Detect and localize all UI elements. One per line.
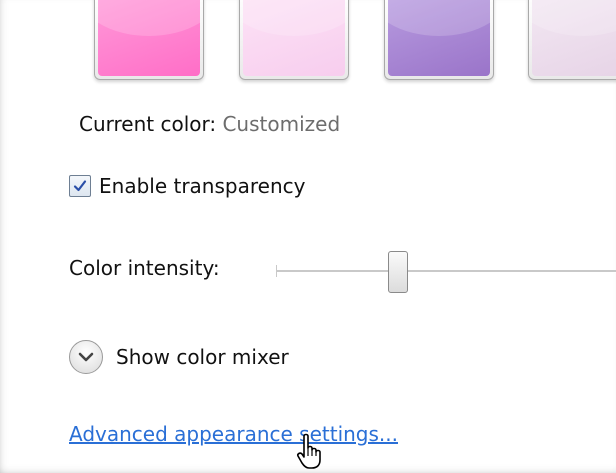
swatch-fill [243,0,345,76]
color-intensity-track[interactable] [276,270,616,273]
advanced-appearance-settings-link[interactable]: Advanced appearance settings... [69,422,398,446]
color-swatch-pink[interactable] [94,0,204,80]
color-intensity-slider-thumb[interactable] [388,251,409,293]
slider-tick [276,265,277,277]
enable-transparency-checkbox[interactable] [69,175,91,197]
swatch-fill [98,0,200,76]
hand-pointer-icon [292,432,332,472]
current-color-value: Customized [222,112,341,136]
enable-transparency-row[interactable]: Enable transparency [69,174,305,198]
show-color-mixer-label[interactable]: Show color mixer [116,345,289,369]
swatch-fill [532,0,616,76]
color-swatch-light-pink[interactable] [239,0,349,80]
current-color: Current color: Customized [79,112,340,136]
enable-transparency-label[interactable]: Enable transparency [99,174,305,198]
color-swatch-lavender[interactable] [528,0,616,80]
show-color-mixer-toggle[interactable]: Show color mixer [69,340,289,374]
color-swatch-violet[interactable] [384,0,494,80]
swatch-fill [388,0,490,76]
personalization-panel: Current color: Customized Enable transpa… [0,0,616,473]
color-intensity-label: Color intensity: [69,256,220,280]
checkmark-icon [73,180,87,192]
current-color-label: Current color: [79,112,217,136]
chevron-down-icon[interactable] [69,340,103,374]
